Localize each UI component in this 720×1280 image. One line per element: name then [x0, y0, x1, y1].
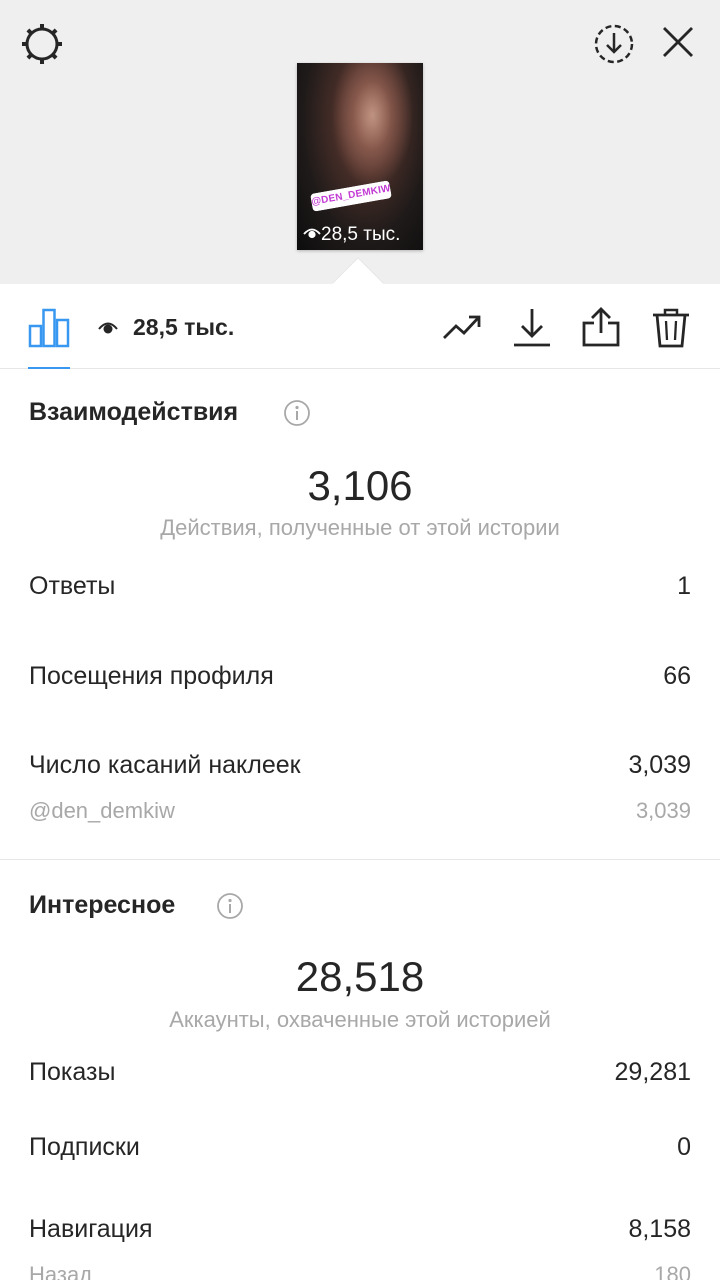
interactions-total: 3,106: [307, 462, 413, 509]
row-label-back: Назад: [29, 1262, 93, 1280]
settings-gear-icon[interactable]: [18, 20, 66, 68]
story-thumbnail[interactable]: @DEN_DEMKIW 28,5 тыс.: [297, 63, 423, 250]
insights-toolbar: 28,5 тыс.: [0, 284, 720, 369]
interactions-subtitle: Действия, полученные от этой истории: [160, 515, 560, 540]
discovery-title: Интересное: [29, 891, 176, 919]
row-value-back: 180: [654, 1262, 691, 1280]
trash-icon[interactable]: [650, 306, 692, 348]
interactions-info-icon[interactable]: [283, 399, 311, 427]
row-label-mention[interactable]: @den_demkiw: [29, 798, 175, 824]
discovery-subtitle: Аккаунты, охваченные этой историей: [169, 1007, 551, 1032]
row-value-follows: 0: [677, 1133, 691, 1161]
promote-trend-icon[interactable]: [441, 306, 483, 348]
discovery-info-icon[interactable]: [216, 892, 244, 920]
share-icon[interactable]: [580, 306, 622, 348]
row-value-replies: 1: [677, 572, 691, 600]
active-tab-indicator: [28, 367, 70, 369]
row-label-impressions: Показы: [29, 1058, 116, 1086]
thumbnail-views-count: 28,5 тыс.: [321, 224, 401, 245]
row-value-sticker-taps: 3,039: [628, 751, 691, 779]
row-label-replies: Ответы: [29, 572, 116, 600]
row-value-profile-visits: 66: [663, 662, 691, 690]
eye-icon: [98, 322, 118, 334]
row-value-mention: 3,039: [635, 798, 691, 823]
insights-bar-chart-icon[interactable]: [28, 306, 70, 348]
row-label-profile-visits: Посещения профиля: [29, 662, 274, 690]
story-preview-area: @DEN_DEMKIW 28,5 тыс.: [0, 0, 720, 284]
interactions-title: Взаимодействия: [29, 398, 239, 426]
eye-icon: [303, 228, 321, 239]
row-value-impressions: 29,281: [614, 1058, 691, 1086]
row-label-sticker-taps: Число касаний наклеек: [29, 751, 301, 779]
row-label-navigation: Навигация: [29, 1215, 153, 1243]
discovery-total: 28,518: [295, 953, 425, 1000]
row-label-follows: Подписки: [29, 1133, 140, 1161]
save-story-icon[interactable]: [590, 20, 638, 68]
story-photo: [297, 63, 423, 250]
views-count: 28,5 тыс.: [133, 314, 235, 340]
thumbnail-views: 28,5 тыс.: [303, 224, 400, 246]
download-icon[interactable]: [511, 306, 553, 348]
row-value-navigation: 8,158: [628, 1215, 691, 1243]
section-divider: [0, 859, 720, 860]
close-icon[interactable]: [656, 20, 700, 64]
